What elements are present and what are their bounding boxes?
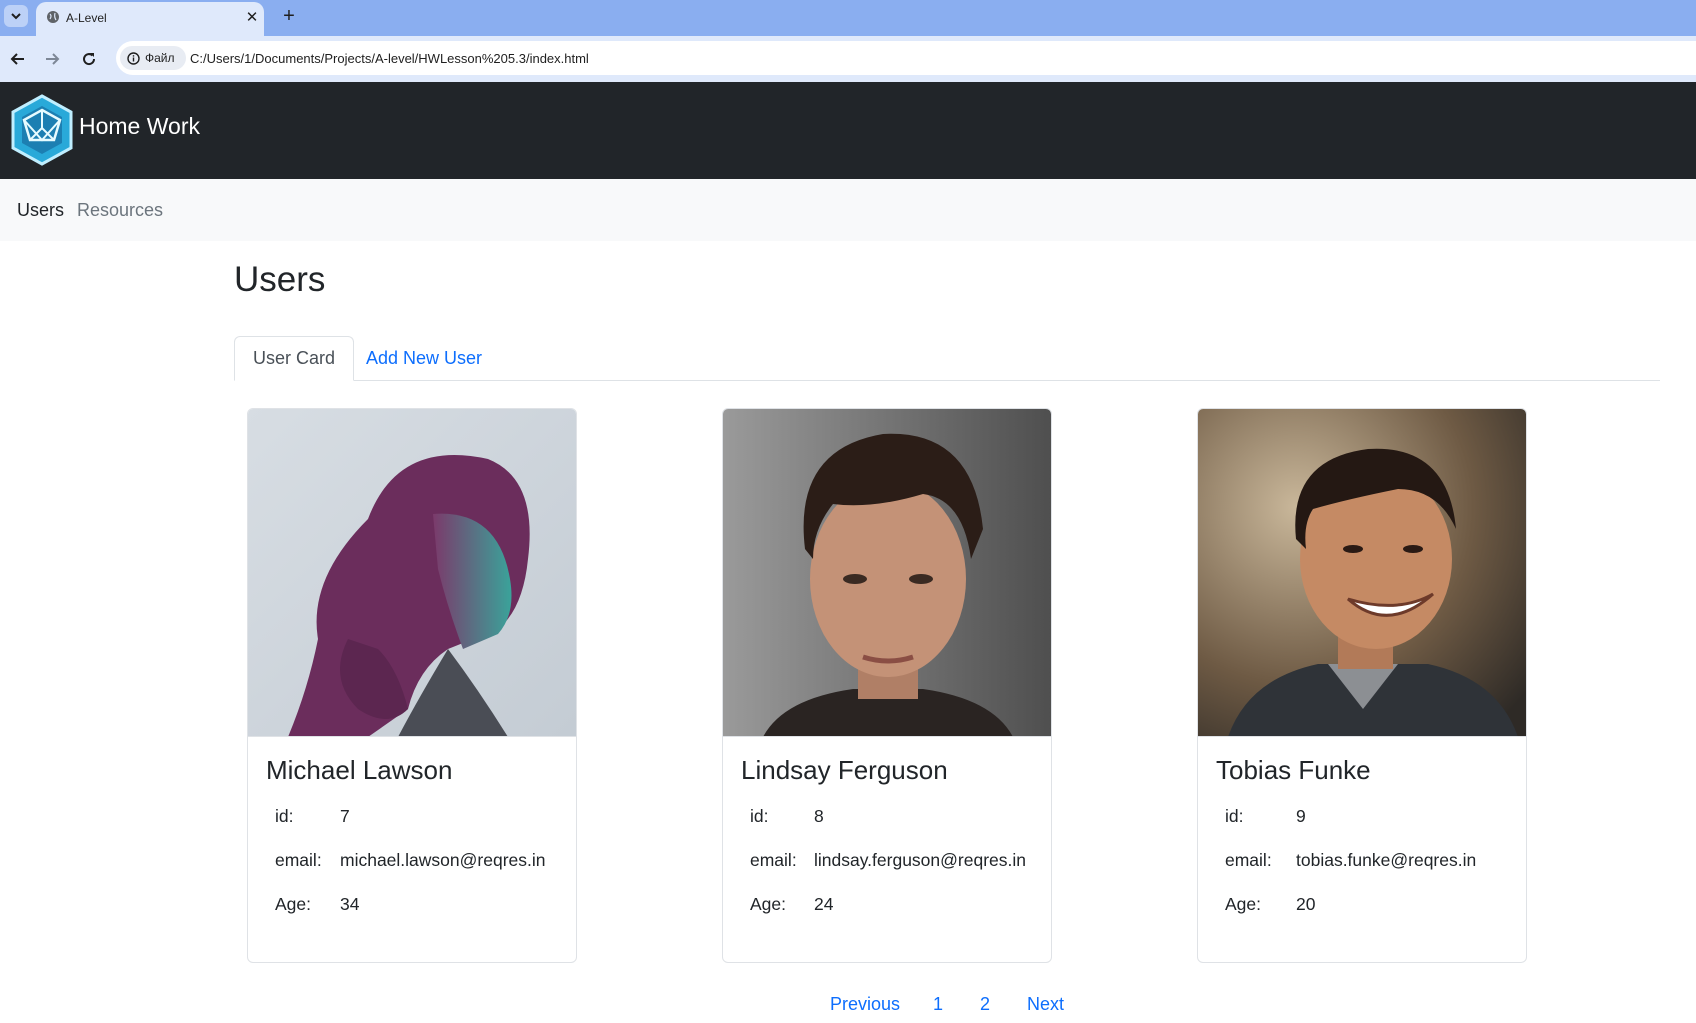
pagination-next[interactable]: Next bbox=[1027, 994, 1064, 1015]
top-navbar bbox=[0, 82, 1696, 179]
user-email-row: email: michael.lawson@reqres.in bbox=[275, 850, 546, 871]
user-id-row: id: 7 bbox=[275, 806, 350, 827]
site-chip-label: Файл bbox=[145, 51, 175, 65]
browser-tab[interactable]: A-Level ✕ bbox=[36, 2, 264, 36]
hexagon-logo-icon[interactable] bbox=[10, 94, 74, 166]
user-card: Tobias Funke id: 9 email: tobias.funke@r… bbox=[1197, 408, 1527, 963]
user-id-row: id: 8 bbox=[750, 806, 824, 827]
url-text[interactable]: C:/Users/1/Documents/Projects/A-level/HW… bbox=[190, 51, 589, 66]
pagination-page-2[interactable]: 2 bbox=[980, 994, 990, 1015]
user-id-row: id: 9 bbox=[1225, 806, 1306, 827]
info-icon bbox=[127, 51, 140, 65]
forward-button[interactable] bbox=[39, 46, 65, 72]
chevron-down-icon bbox=[11, 13, 21, 20]
forward-arrow-icon bbox=[46, 53, 60, 65]
nav-link-users[interactable]: Users bbox=[17, 200, 64, 221]
user-name: Tobias Funke bbox=[1216, 755, 1371, 785]
site-info-chip[interactable]: Файл bbox=[120, 46, 186, 70]
user-email-row: email: tobias.funke@reqres.in bbox=[1225, 850, 1476, 871]
user-name: Lindsay Ferguson bbox=[741, 755, 948, 785]
nav-link-resources[interactable]: Resources bbox=[77, 200, 163, 221]
id-label: id: bbox=[1225, 806, 1244, 826]
reload-button[interactable] bbox=[76, 46, 102, 72]
user-age-value: 34 bbox=[340, 894, 360, 914]
user-age-row: Age: 20 bbox=[1225, 894, 1315, 915]
email-label: email: bbox=[750, 850, 797, 870]
user-age-value: 24 bbox=[814, 894, 834, 914]
user-avatar bbox=[248, 409, 576, 737]
pagination-previous[interactable]: Previous bbox=[830, 994, 900, 1015]
user-avatar bbox=[723, 409, 1051, 737]
tab-title: A-Level bbox=[66, 11, 107, 25]
user-avatar bbox=[1198, 409, 1526, 737]
tab-search-button[interactable] bbox=[4, 5, 28, 27]
user-card: Michael Lawson id: 7 email: michael.laws… bbox=[247, 408, 577, 963]
address-bar[interactable]: Файл C:/Users/1/Documents/Projects/A-lev… bbox=[116, 41, 1696, 75]
age-label: Age: bbox=[275, 894, 311, 914]
reload-icon bbox=[83, 53, 96, 66]
user-card: Lindsay Ferguson id: 8 email: lindsay.fe… bbox=[722, 408, 1052, 963]
close-icon[interactable]: ✕ bbox=[243, 8, 261, 26]
id-label: id: bbox=[275, 806, 294, 826]
email-label: email: bbox=[1225, 850, 1272, 870]
user-id-value: 8 bbox=[814, 806, 824, 826]
user-age-row: Age: 24 bbox=[750, 894, 833, 915]
user-id-value: 9 bbox=[1296, 806, 1306, 826]
back-button[interactable] bbox=[5, 46, 31, 72]
user-email-row: email: lindsay.ferguson@reqres.in bbox=[750, 850, 1026, 871]
tab-user-card[interactable]: User Card bbox=[234, 336, 355, 381]
pagination-page-1[interactable]: 1 bbox=[933, 994, 943, 1015]
user-id-value: 7 bbox=[340, 806, 350, 826]
user-age-value: 20 bbox=[1296, 894, 1316, 914]
user-name: Michael Lawson bbox=[266, 755, 453, 785]
secondary-nav bbox=[0, 179, 1696, 241]
globe-icon bbox=[47, 11, 59, 23]
id-label: id: bbox=[750, 806, 769, 826]
tab-add-new-user[interactable]: Add New User bbox=[348, 336, 500, 381]
user-age-row: Age: 34 bbox=[275, 894, 359, 915]
user-email-value: lindsay.ferguson@reqres.in bbox=[814, 850, 1026, 870]
page-title: Users bbox=[234, 260, 326, 299]
browser-tabstrip: A-Level ✕ + bbox=[0, 0, 1696, 36]
user-email-value: michael.lawson@reqres.in bbox=[340, 850, 546, 870]
brand-title[interactable]: Home Work bbox=[79, 113, 200, 140]
back-arrow-icon bbox=[10, 53, 24, 65]
age-label: Age: bbox=[1225, 894, 1261, 914]
plus-icon[interactable]: + bbox=[277, 4, 301, 28]
email-label: email: bbox=[275, 850, 322, 870]
user-email-value: tobias.funke@reqres.in bbox=[1296, 850, 1477, 870]
age-label: Age: bbox=[750, 894, 786, 914]
browser-toolbar: Файл C:/Users/1/Documents/Projects/A-lev… bbox=[0, 36, 1696, 82]
